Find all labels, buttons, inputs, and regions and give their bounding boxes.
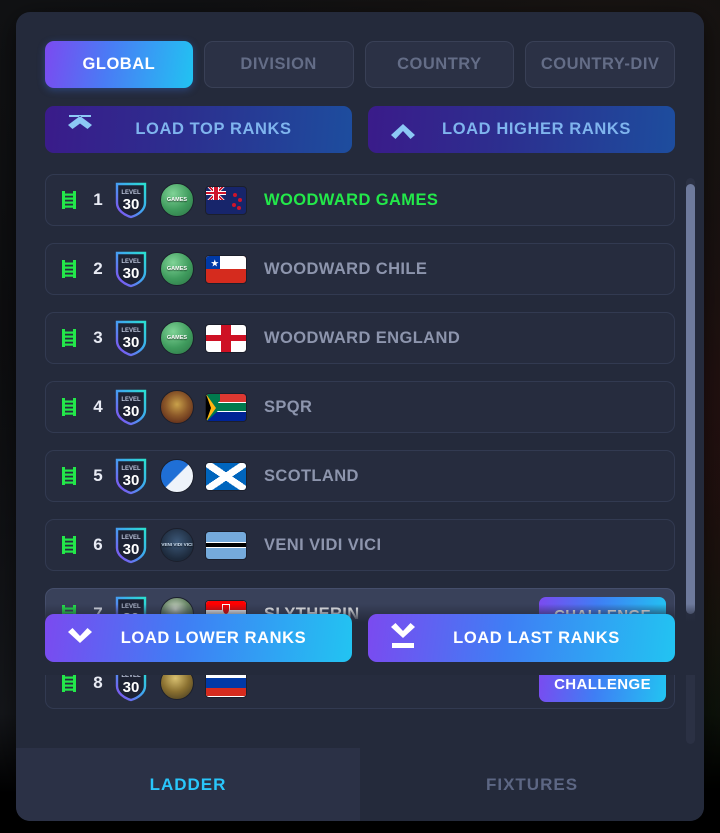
ladder-icon xyxy=(62,329,76,347)
scope-tab-label: GLOBAL xyxy=(82,55,156,73)
svg-text:30: 30 xyxy=(123,334,140,351)
scope-tab-label: DIVISION xyxy=(240,55,317,73)
team-name: VENI VIDI VICI xyxy=(264,535,382,554)
level-shield-icon: LEVEL30 xyxy=(115,251,147,288)
view-tab-label: LADDER xyxy=(149,774,227,794)
level-shield-icon: LEVEL30 xyxy=(115,182,147,219)
rank-number: 4 xyxy=(93,397,103,416)
team-name: SPQR xyxy=(264,397,313,416)
ladder-row[interactable]: 6 LEVEL 30 VENI VIDI VICI VENI VIDI VICI xyxy=(45,519,675,571)
load-button-load-top-ranks[interactable]: LOAD TOP RANKS xyxy=(45,106,352,153)
ladder-row[interactable]: 1 LEVEL 30 GAMES WOODWARD GAMES xyxy=(45,174,675,226)
chile-flag xyxy=(205,254,247,284)
level-shield-icon: LEVEL30 xyxy=(115,458,147,495)
veni-vidi-vici-logo: VENI VIDI VICI xyxy=(160,528,194,562)
jump-to-top-icon xyxy=(63,114,97,145)
scotland-flag xyxy=(205,461,247,491)
ladder-icon xyxy=(62,191,76,209)
svg-text:30: 30 xyxy=(123,403,140,420)
rank-number: 5 xyxy=(93,466,103,485)
rank-number: 3 xyxy=(93,328,103,347)
rank-number: 1 xyxy=(93,190,103,209)
woodward-games-logo: GAMES xyxy=(160,252,194,286)
scope-tab-country-div[interactable]: COUNTRY-DIV xyxy=(525,41,675,88)
view-tab-label: FIXTURES xyxy=(485,774,579,794)
ladder-icon xyxy=(62,398,76,416)
blue-white-diagonal-logo xyxy=(160,459,194,493)
svg-text:30: 30 xyxy=(123,265,140,282)
chevron-up-icon xyxy=(386,115,420,145)
rank-number: 6 xyxy=(93,535,103,554)
svg-text:30: 30 xyxy=(123,196,140,213)
view-tab-ladder[interactable]: LADDER xyxy=(16,748,360,821)
team-name: WOODWARD CHILE xyxy=(264,259,428,278)
load-button-load-last-ranks[interactable]: LOAD LAST RANKS xyxy=(368,614,675,662)
team-name: WOODWARD ENGLAND xyxy=(264,328,461,347)
view-tab-fixtures[interactable]: FIXTURES xyxy=(360,748,704,821)
load-button-load-lower-ranks[interactable]: LOAD LOWER RANKS xyxy=(45,614,352,662)
ladder-list-container: 1 LEVEL 30 GAMES WOODWARD GAMES 2 LEVEL 30 GAMES… xyxy=(16,174,704,748)
bottom-load-overlay: LOAD LOWER RANKS LOAD LAST RANKS xyxy=(16,604,704,675)
team-name: WOODWARD GAMES xyxy=(264,190,439,209)
team-name: SCOTLAND xyxy=(264,466,359,485)
scope-tab-division[interactable]: DIVISION xyxy=(203,41,354,88)
ladder-row[interactable]: 3 LEVEL 30 GAMES WOODWARD ENGLAND xyxy=(45,312,675,364)
level-shield-icon: LEVEL30 xyxy=(115,389,147,426)
ladder-icon xyxy=(62,260,76,278)
scope-tab-global[interactable]: GLOBAL xyxy=(45,41,193,88)
new-zealand-flag xyxy=(205,185,247,215)
spqr-crest-logo xyxy=(160,390,194,424)
level-shield-icon: LEVEL30 xyxy=(115,320,147,357)
botswana-flag xyxy=(205,530,247,560)
ladder-icon xyxy=(62,467,76,485)
scope-tab-country[interactable]: COUNTRY xyxy=(364,41,515,88)
svg-text:30: 30 xyxy=(123,679,140,696)
ladder-row[interactable]: 4 LEVEL 30 SPQR xyxy=(45,381,675,433)
ladder-panel: GLOBAL DIVISION COUNTRY COUNTRY-DIV LOAD TO… xyxy=(16,12,704,821)
ladder-row[interactable]: 5 LEVEL 30 SCOTLAND xyxy=(45,450,675,502)
england-flag xyxy=(205,323,247,353)
top-load-buttons: LOAD TOP RANKS LOAD HIGHER RANKS xyxy=(16,88,704,153)
jump-to-bottom-icon xyxy=(386,623,420,653)
south-africa-flag xyxy=(205,392,247,422)
chevron-down-icon xyxy=(63,623,97,653)
load-button-load-higher-ranks[interactable]: LOAD HIGHER RANKS xyxy=(368,106,675,153)
woodward-games-logo: GAMES xyxy=(160,183,194,217)
scope-tab-label: COUNTRY-DIV xyxy=(540,55,660,73)
rank-number: 2 xyxy=(93,259,103,278)
level-shield-icon: LEVEL30 xyxy=(115,527,147,564)
ladder-icon xyxy=(62,674,76,692)
view-tab-bar: LADDER FIXTURES xyxy=(16,748,704,821)
rank-number: 8 xyxy=(93,673,103,692)
bottom-load-buttons: LOAD LOWER RANKS LOAD LAST RANKS xyxy=(45,604,675,662)
scope-tab-bar: GLOBAL DIVISION COUNTRY COUNTRY-DIV xyxy=(16,12,704,88)
svg-text:30: 30 xyxy=(123,472,140,489)
ladder-icon xyxy=(62,536,76,554)
scope-tab-label: COUNTRY xyxy=(397,55,482,73)
scrollbar-thumb[interactable] xyxy=(686,184,695,614)
ladder-row[interactable]: 2 LEVEL 30 GAMES WOODWARD CHILE xyxy=(45,243,675,295)
woodward-games-logo: GAMES xyxy=(160,321,194,355)
svg-text:30: 30 xyxy=(123,541,140,558)
